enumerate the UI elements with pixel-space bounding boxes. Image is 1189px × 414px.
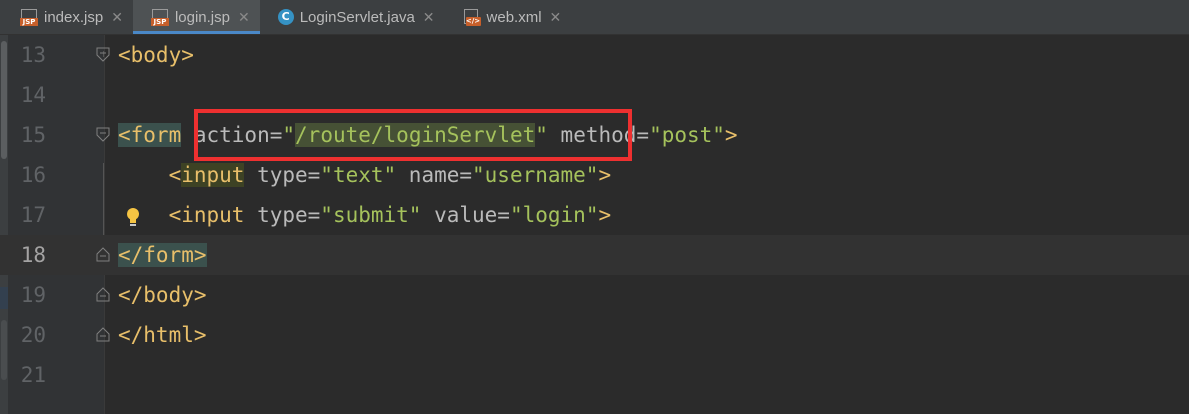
jsp-file-icon: [20, 8, 38, 26]
code-text: </html>: [118, 323, 207, 347]
code-line-20[interactable]: 20 </html>: [0, 315, 1189, 355]
java-class-icon: C: [277, 9, 294, 25]
line-number: 20: [20, 323, 46, 347]
code-text: <body>: [118, 43, 194, 67]
fold-open-icon[interactable]: [96, 127, 110, 142]
tab-login-jsp[interactable]: login.jsp ✕: [132, 0, 260, 34]
tab-label: index.jsp: [44, 8, 104, 26]
highlight-annotation-box: [194, 109, 632, 161]
code-line-19[interactable]: 19 </body>: [0, 275, 1189, 315]
tab-index-jsp[interactable]: index.jsp ✕: [0, 0, 133, 34]
tab-label: LoginServlet.java: [299, 8, 415, 26]
fold-close-icon[interactable]: [96, 327, 110, 342]
code-text: <input type="text" name="username">: [118, 163, 612, 187]
matched-close-tag: </form>: [118, 243, 207, 267]
code-line-13[interactable]: 13 <body>: [0, 35, 1189, 75]
highlighted-word: input: [181, 163, 245, 187]
code-text: </body>: [118, 283, 207, 307]
line-number: 16: [20, 163, 46, 187]
code-text: </form>: [118, 235, 207, 275]
jsp-file-icon: [150, 8, 169, 26]
close-icon[interactable]: ✕: [111, 9, 123, 26]
fold-close-icon[interactable]: [96, 287, 110, 302]
line-number: 18: [20, 243, 46, 267]
line-number: 13: [20, 43, 46, 67]
code-line-21[interactable]: 21: [0, 355, 1189, 395]
tab-label: login.jsp: [174, 8, 230, 26]
code-line-16[interactable]: 16 <input type="text" name="username">: [0, 155, 1189, 195]
code-editor[interactable]: 13 <body> 14 15 <form action="/route/log…: [0, 35, 1189, 395]
close-icon[interactable]: ✕: [238, 9, 250, 26]
fold-close-icon[interactable]: [96, 247, 110, 262]
line-number: 21: [20, 363, 46, 387]
matched-open-tag: <form: [118, 123, 182, 147]
line-number: 17: [20, 203, 46, 227]
code-line-17[interactable]: 17 <input type="submit" value="login">: [0, 195, 1189, 235]
line-number: 14: [20, 83, 46, 107]
tab-web-xml[interactable]: web.xml ✕: [445, 0, 572, 34]
close-icon[interactable]: ✕: [423, 9, 435, 26]
xml-file-icon: [463, 8, 481, 26]
tab-label: web.xml: [486, 8, 542, 26]
close-icon[interactable]: ✕: [550, 9, 562, 26]
editor-tab-bar: index.jsp ✕ login.jsp ✕ C LoginServlet.j…: [0, 0, 1189, 35]
tab-loginservlet-java[interactable]: C LoginServlet.java ✕: [260, 0, 445, 34]
line-number: 19: [20, 283, 46, 307]
line-number: 15: [20, 123, 46, 147]
code-text: <input type="submit" value="login">: [118, 203, 612, 227]
fold-open-icon[interactable]: [96, 47, 110, 62]
code-line-18[interactable]: 18 </form>: [0, 235, 1189, 275]
